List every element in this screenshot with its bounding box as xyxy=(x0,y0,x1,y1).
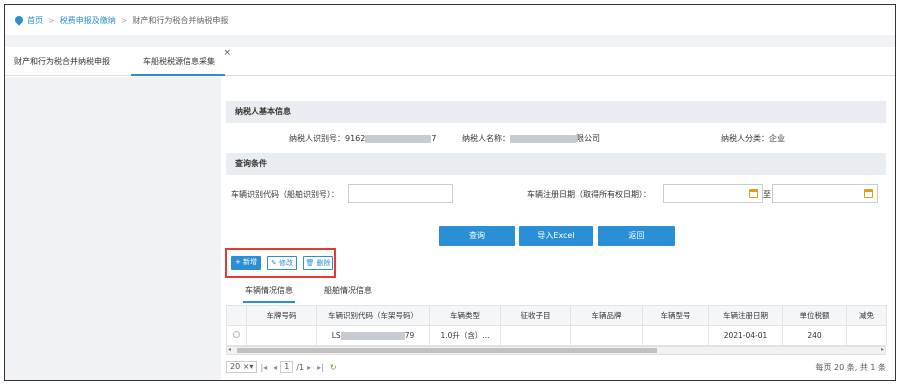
scroll-right-icon[interactable]: ▸ xyxy=(881,346,884,353)
trash-icon: 🗑 xyxy=(305,259,315,267)
radio-button[interactable] xyxy=(233,331,240,338)
tab-label: 车船税税源信息采集 xyxy=(143,57,215,66)
cell-reg-date: 2021-04-01 xyxy=(708,325,783,346)
breadcrumb-level1[interactable]: 税费申报及缴纳 xyxy=(60,15,116,26)
taxpayer-section-title: 纳税人基本信息 xyxy=(226,101,886,123)
delete-button[interactable]: 🗑 删除 xyxy=(303,256,333,270)
cell-unit-tax: 240 xyxy=(782,325,847,346)
import-excel-button[interactable]: 导入Excel xyxy=(519,226,593,246)
col-relief[interactable]: 减免 xyxy=(846,305,887,326)
redacted-mask xyxy=(510,134,576,143)
add-button[interactable]: + 新增 xyxy=(231,256,261,270)
vin-input[interactable] xyxy=(348,184,453,203)
vin-label: 车辆识别代码（船舶识别号）： xyxy=(231,190,339,199)
date-to-input[interactable] xyxy=(772,184,878,203)
cell-brand xyxy=(570,325,643,346)
pagination: 20 ×▾ |◂ ◂ 1 /1 ▸ ▸| ↻ 每页 20 条, 共 1 条 xyxy=(226,359,886,375)
cell-item xyxy=(500,325,571,346)
redacted-mask xyxy=(340,332,405,340)
table-header-row: 车牌号码 车辆识别代码（车架号码） 车辆类型 征收子目 车辆品牌 车辆型号 车辆… xyxy=(226,305,887,326)
tab-combined-declaration[interactable]: 财产和行为税合并纳税申报 xyxy=(14,47,110,76)
taxpayer-id: 纳税人识别号：9162 7 xyxy=(289,134,437,143)
cell-type: 1.0升（含）... xyxy=(429,325,501,346)
vehicle-grid: 车牌号码 车辆识别代码（车架号码） 车辆类型 征收子目 车辆品牌 车辆型号 车辆… xyxy=(226,305,887,346)
cell-plate xyxy=(246,325,317,346)
cell-model xyxy=(642,325,709,346)
col-model[interactable]: 车辆型号 xyxy=(642,305,709,326)
taxpayer-category: 纳税人分类：企业 xyxy=(721,134,785,143)
main-panel: 纳税人基本信息 纳税人识别号：9162 7 纳税人名称： 限公司 纳税人分类：企业 … xyxy=(221,77,895,380)
col-type[interactable]: 车辆类型 xyxy=(429,305,501,326)
location-pin-icon xyxy=(13,14,25,26)
col-unit-tax[interactable]: 单位税额 xyxy=(782,305,847,326)
tab-bar: 财产和行为税合并纳税申报 车船税税源信息采集 × xyxy=(5,47,895,76)
left-sidebar xyxy=(5,77,221,380)
app-frame: 首页 > 税费申报及缴纳 > 财产和行为税合并纳税申报 财产和行为税合并纳税申报… xyxy=(4,4,896,381)
next-page-icon[interactable]: ▸ xyxy=(307,363,311,372)
vehicle-table: 车牌号码 车辆识别代码（车架号码） 车辆类型 征收子目 车辆品牌 车辆型号 车辆… xyxy=(226,305,887,346)
cell-vin: LS 79 xyxy=(316,325,430,346)
first-page-icon[interactable]: |◂ xyxy=(260,363,267,372)
breadcrumb-separator: > xyxy=(48,15,55,25)
last-page-icon[interactable]: ▸| xyxy=(317,363,324,372)
col-reg-date[interactable]: 车辆注册日期 xyxy=(708,305,783,326)
date-range-separator: 至 xyxy=(763,190,771,199)
reg-date-label: 车辆注册日期（取得所有权日期）： xyxy=(527,190,651,199)
prev-page-icon[interactable]: ◂ xyxy=(273,363,277,372)
edit-button[interactable]: ✎ 修改 xyxy=(267,256,297,270)
query-section-title: 查询条件 xyxy=(226,153,886,175)
date-from-input[interactable] xyxy=(663,184,763,203)
action-toolbar-highlight: + 新增 ✎ 修改 🗑 删除 xyxy=(225,248,336,278)
page-number-input[interactable]: 1 xyxy=(280,361,294,373)
taxpayer-name: 纳税人名称： 限公司 xyxy=(462,134,600,143)
breadcrumb-current: 财产和行为税合并纳税申报 xyxy=(132,15,229,25)
header-divider xyxy=(5,35,895,47)
horizontal-scrollbar[interactable]: ◂ ▸ xyxy=(226,346,886,355)
tab-vehicle-source-collection[interactable]: 车船税税源信息采集 × xyxy=(131,47,231,76)
calendar-icon[interactable] xyxy=(749,189,758,198)
pager-summary: 每页 20 条, 共 1 条 xyxy=(815,363,886,372)
col-select xyxy=(226,305,247,326)
scrollbar-thumb[interactable] xyxy=(237,348,657,353)
breadcrumb-home[interactable]: 首页 xyxy=(27,15,43,26)
redacted-mask xyxy=(365,134,432,143)
close-icon[interactable]: × xyxy=(223,39,231,68)
back-button[interactable]: 返回 xyxy=(598,226,675,246)
subtab-vessel-info[interactable]: 船舶情况信息 xyxy=(324,285,372,303)
refresh-icon[interactable]: ↻ xyxy=(330,363,337,372)
row-select[interactable] xyxy=(226,325,247,346)
calendar-icon[interactable] xyxy=(864,189,873,198)
scroll-left-icon[interactable]: ◂ xyxy=(228,346,231,353)
total-pages: /1 xyxy=(296,362,305,372)
query-button[interactable]: 查询 xyxy=(439,226,515,246)
col-item[interactable]: 征收子目 xyxy=(500,305,571,326)
cell-relief xyxy=(846,325,887,346)
breadcrumb-separator: > xyxy=(120,15,128,25)
breadcrumb: 首页 > 税费申报及缴纳 > 财产和行为税合并纳税申报 xyxy=(5,5,895,35)
col-brand[interactable]: 车辆品牌 xyxy=(570,305,643,326)
subtab-vehicle-info[interactable]: 车辆情况信息 xyxy=(243,285,295,303)
page-size-select[interactable]: 20 ×▾ xyxy=(226,361,258,373)
table-row[interactable]: LS 79 1.0升（含）... 2021-04-01 240 xyxy=(226,325,887,346)
col-plate[interactable]: 车牌号码 xyxy=(246,305,317,326)
pencil-icon: ✎ xyxy=(270,259,277,267)
col-vin[interactable]: 车辆识别代码（车架号码） xyxy=(316,305,430,326)
